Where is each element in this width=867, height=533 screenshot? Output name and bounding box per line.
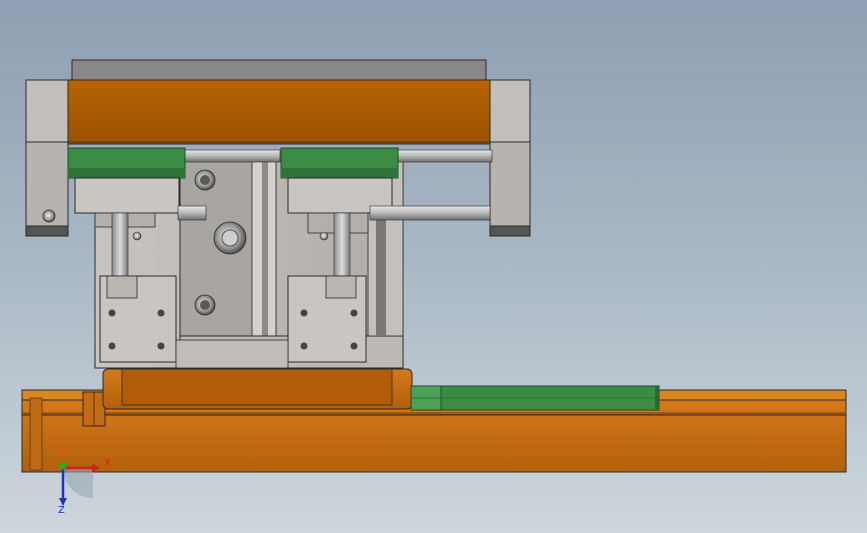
slide-carriage-plate[interactable] [102, 368, 413, 410]
base-linear-rail[interactable] [410, 385, 660, 411]
orientation-triad[interactable] [59, 462, 100, 507]
right-end-cap[interactable] [489, 79, 531, 237]
x-axis-label: X [104, 458, 111, 469]
cad-graphics-viewport[interactable]: X Z [0, 0, 867, 533]
top-gray-cover[interactable] [71, 59, 487, 81]
right-gripper-jaw[interactable] [287, 275, 367, 363]
y-axis-dot [59, 462, 67, 470]
left-linear-block[interactable] [67, 147, 186, 179]
center-lower-block[interactable] [175, 339, 289, 369]
left-gripper-jaw[interactable] [99, 275, 177, 363]
top-orange-block[interactable] [59, 79, 501, 145]
base-stopper[interactable] [82, 391, 106, 427]
z-axis-label: Z [58, 505, 65, 516]
left-end-cap[interactable] [25, 79, 69, 237]
right-linear-block[interactable] [280, 147, 399, 179]
model-view[interactable] [0, 0, 867, 533]
